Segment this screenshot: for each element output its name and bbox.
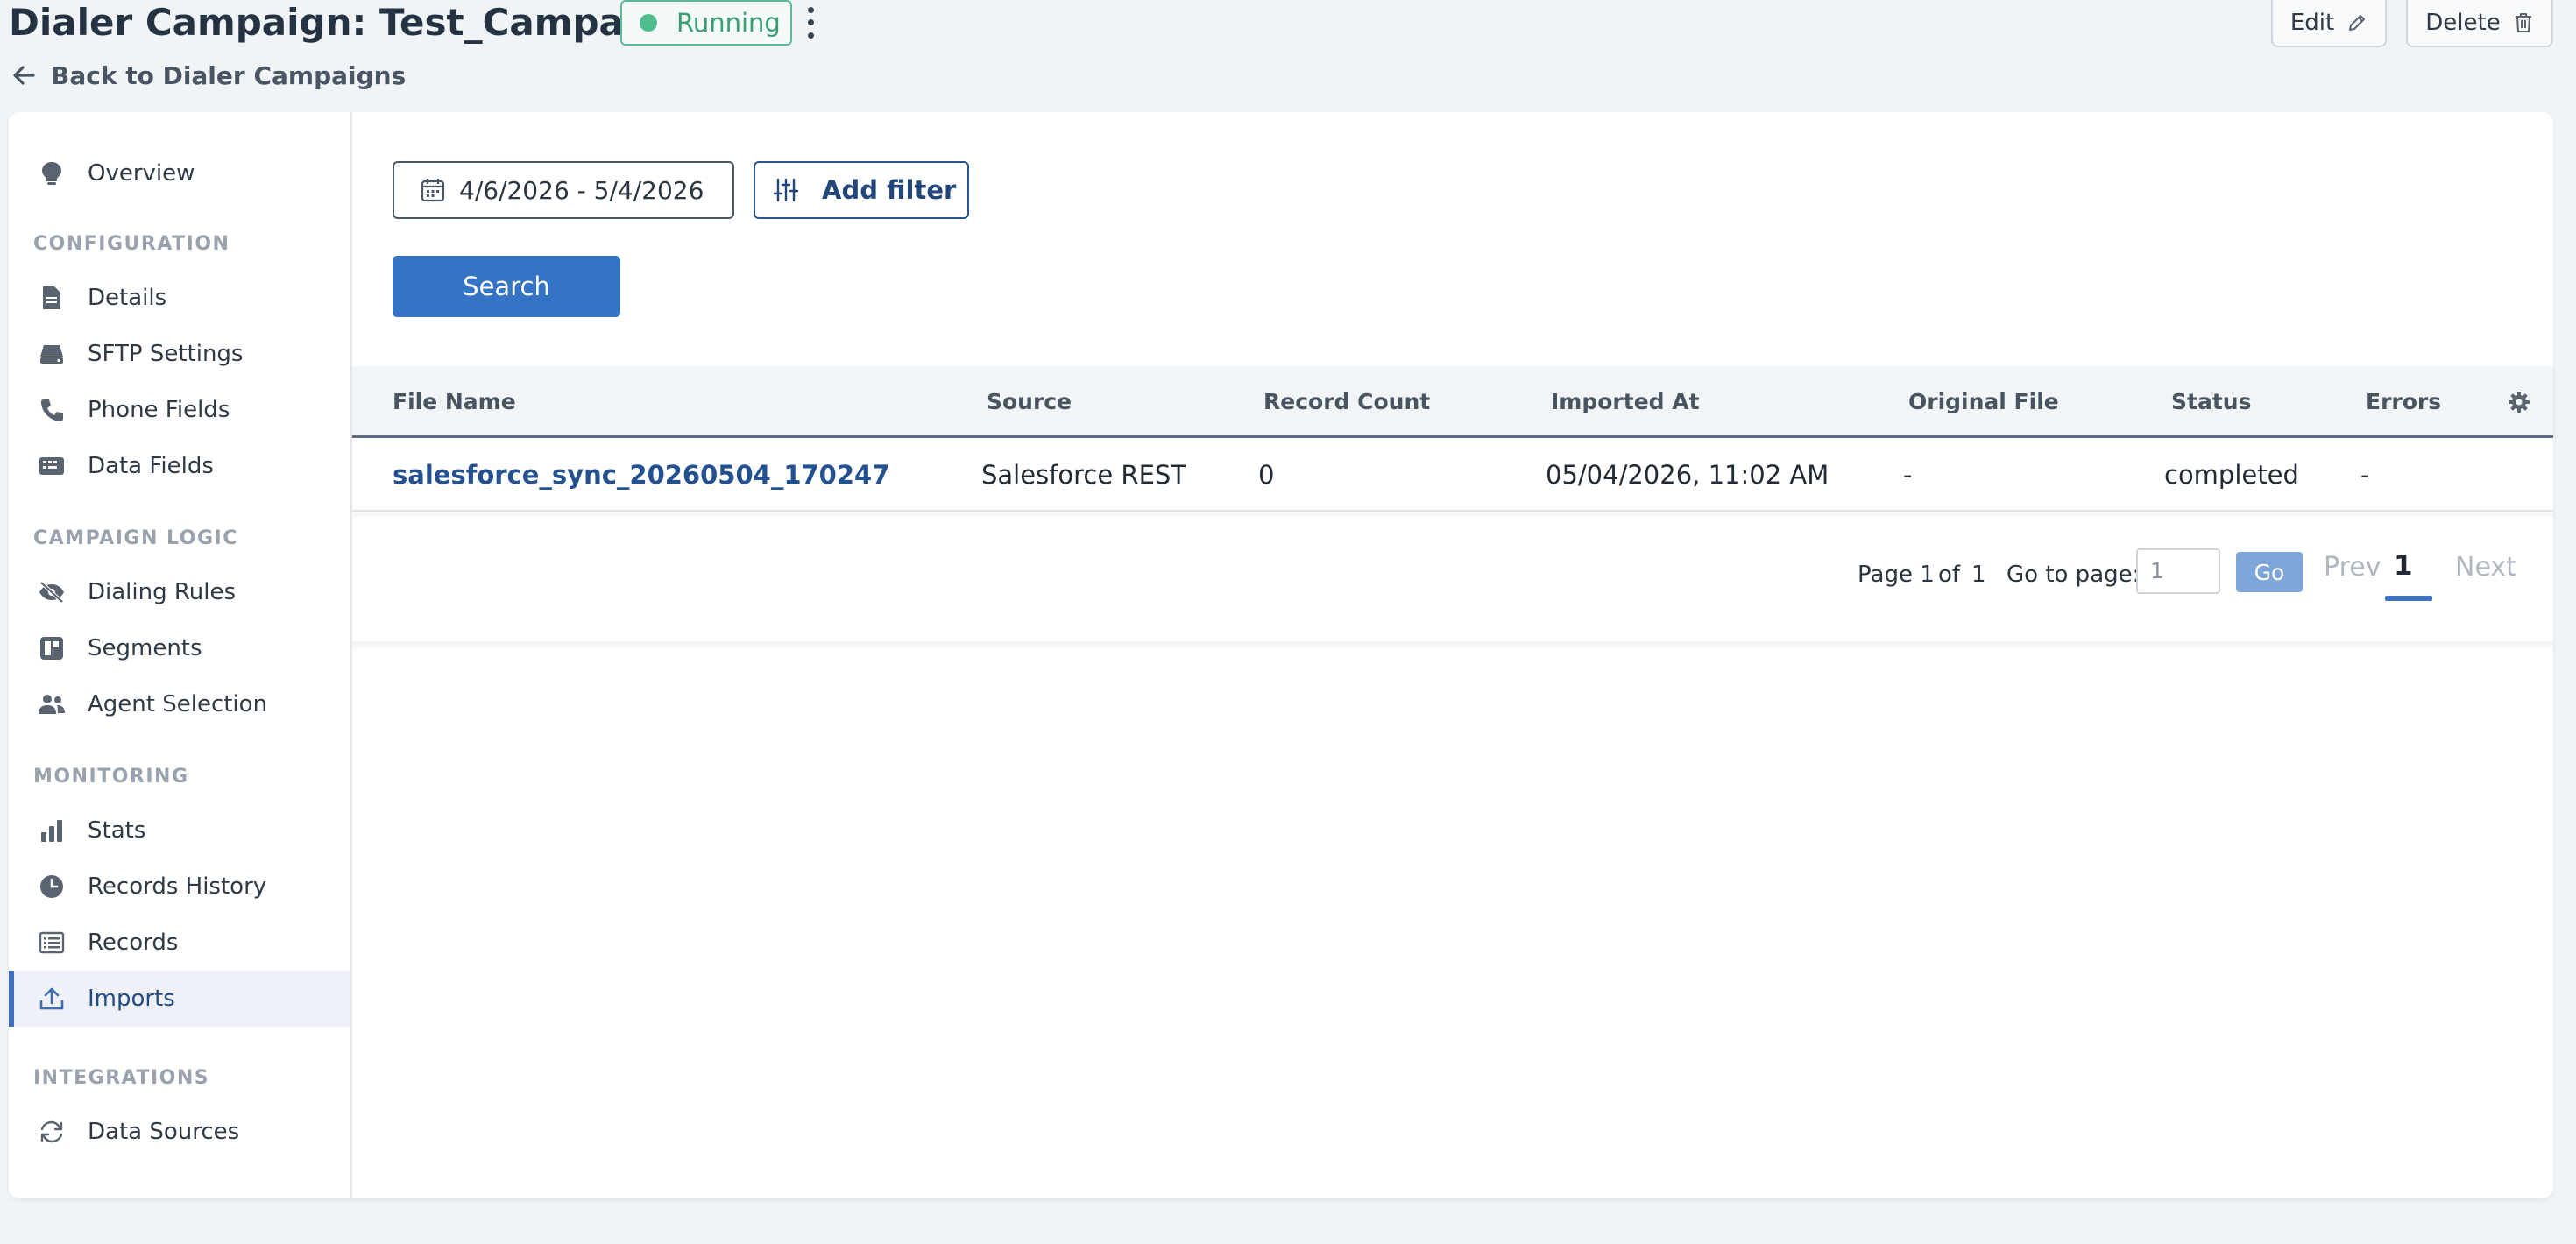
sidebar-item-data-sources[interactable]: Data Sources (9, 1104, 350, 1160)
sidebar-item-label: Data Sources (88, 1119, 240, 1145)
imports-panel: 4/6/2026 - 5/4/2026 Add filter Search Fi… (352, 112, 2553, 655)
sidebar-item-phone-fields[interactable]: Phone Fields (9, 382, 350, 438)
delete-button[interactable]: Delete (2406, 0, 2553, 47)
server-icon (37, 339, 67, 369)
section-heading-configuration: CONFIGURATION (33, 233, 230, 255)
sync-icon (37, 1117, 67, 1147)
status-dot-icon (640, 14, 657, 32)
sidebar-item-label: Data Fields (88, 453, 214, 479)
column-header-imported-at[interactable]: Imported At (1551, 366, 1700, 438)
goto-page-input[interactable]: 1 (2136, 548, 2220, 594)
document-icon (37, 283, 67, 313)
sidebar-item-records[interactable]: Records (9, 915, 350, 971)
cell-imported-at: 05/04/2026, 11:02 AM (1546, 460, 1829, 490)
page-label: Page 1 (1858, 562, 1935, 588)
sidebar-item-label: Imports (88, 986, 175, 1012)
sidebar-item-label: Phone Fields (88, 397, 230, 423)
sidebar-item-label: Dialing Rules (88, 579, 237, 605)
column-header-record-count[interactable]: Record Count (1263, 366, 1430, 438)
cell-source: Salesforce REST (981, 460, 1187, 490)
sidebar-item-stats[interactable]: Stats (9, 802, 350, 859)
lightbulb-icon (37, 159, 67, 188)
keyboard-icon (37, 451, 67, 481)
sidebar-item-label: Segments (88, 635, 202, 661)
sliders-icon (773, 178, 799, 202)
cell-status: completed (2164, 460, 2299, 490)
sidebar-item-segments[interactable]: Segments (9, 620, 350, 676)
sidebar: Overview CONFIGURATION Details SFTP Sett… (9, 112, 352, 1198)
sidebar-item-label: Agent Selection (88, 691, 268, 717)
trash-icon (2515, 13, 2531, 32)
list-icon (37, 928, 67, 958)
sidebar-item-dialing-rules[interactable]: Dialing Rules (9, 564, 350, 620)
column-header-errors[interactable]: Errors (2366, 366, 2441, 438)
file-name-link[interactable]: salesforce_sync_20260504_170247 (393, 438, 889, 512)
sidebar-item-details[interactable]: Details (9, 270, 350, 326)
row-divider (352, 513, 2553, 519)
add-filter-label: Add filter (822, 175, 957, 205)
add-filter-button[interactable]: Add filter (754, 161, 969, 219)
sidebar-item-label: Records (88, 929, 179, 956)
section-heading-campaign-logic: CAMPAIGN LOGIC (33, 527, 238, 549)
users-icon (37, 689, 67, 719)
pencil-icon (2349, 15, 2366, 31)
sidebar-item-label: SFTP Settings (88, 341, 244, 367)
sidebar-item-sftp-settings[interactable]: SFTP Settings (9, 326, 350, 382)
sidebar-item-label: Records History (88, 873, 267, 900)
go-button[interactable]: Go (2236, 552, 2303, 592)
edit-button-label: Edit (2289, 10, 2335, 36)
next-button[interactable]: Next (2455, 552, 2516, 583)
back-link[interactable]: Back to Dialer Campaigns (12, 58, 406, 93)
column-header-original-file[interactable]: Original File (1908, 366, 2059, 438)
current-page-indicator (2385, 596, 2432, 601)
sidebar-item-overview[interactable]: Overview (9, 145, 350, 201)
cell-record-count: 0 (1258, 460, 1275, 490)
search-button[interactable]: Search (393, 256, 620, 317)
column-header-source[interactable]: Source (987, 366, 1072, 438)
back-link-label: Back to Dialer Campaigns (51, 60, 407, 90)
main-card: Overview CONFIGURATION Details SFTP Sett… (9, 112, 2553, 1198)
page-of-label: of (1938, 562, 1961, 588)
sidebar-item-agent-selection[interactable]: Agent Selection (9, 676, 350, 732)
edit-button[interactable]: Edit (2271, 0, 2387, 47)
section-heading-integrations: INTEGRATIONS (33, 1067, 210, 1089)
bar-chart-icon (37, 816, 67, 845)
sidebar-item-imports[interactable]: Imports (9, 971, 350, 1027)
sidebar-item-label: Overview (88, 160, 195, 187)
sidebar-item-data-fields[interactable]: Data Fields (9, 438, 350, 494)
status-badge: Running (620, 0, 792, 46)
arrow-left-icon (13, 66, 35, 85)
prev-button[interactable]: Prev (2324, 552, 2381, 583)
column-settings-gear-icon[interactable] (2508, 391, 2530, 417)
table-row: salesforce_sync_20260504_170247 Salesfor… (352, 438, 2553, 512)
date-range-value: 4/6/2026 - 5/4/2026 (459, 175, 704, 205)
delete-button-label: Delete (2425, 10, 2501, 36)
status-label: Running (676, 8, 781, 38)
page-header: Dialer Campaign: Test_Campaign Running B… (0, 0, 2576, 105)
sidebar-item-label: Stats (88, 817, 146, 844)
date-range-picker[interactable]: 4/6/2026 - 5/4/2026 (393, 161, 734, 219)
section-heading-monitoring: MONITORING (33, 766, 189, 788)
phone-icon (37, 395, 67, 425)
sidebar-item-records-history[interactable]: Records History (9, 859, 350, 915)
more-options-icon[interactable] (801, 4, 820, 42)
panel-divider (352, 641, 2553, 652)
sidebar-item-label: Details (88, 285, 167, 311)
column-header-file-name[interactable]: File Name (393, 366, 516, 438)
current-page-button[interactable]: 1 (2394, 550, 2413, 582)
calendar-icon (421, 179, 445, 202)
segments-icon (37, 633, 67, 663)
eye-slash-icon (37, 577, 67, 607)
upload-icon (37, 984, 67, 1014)
total-pages: 1 (1971, 562, 1986, 588)
table-header: File Name Source Record Count Imported A… (352, 366, 2553, 438)
page-title: Dialer Campaign: Test_Campaign (9, 1, 690, 44)
column-header-status[interactable]: Status (2171, 366, 2251, 438)
clock-icon (37, 872, 67, 901)
cell-errors: - (2360, 460, 2370, 490)
goto-page-label: Go to page: (2006, 562, 2141, 588)
cell-original-file: - (1903, 460, 1913, 490)
pagination: Page 1 of 1 Go to page: 1 Go Prev 1 Next (352, 541, 2553, 611)
